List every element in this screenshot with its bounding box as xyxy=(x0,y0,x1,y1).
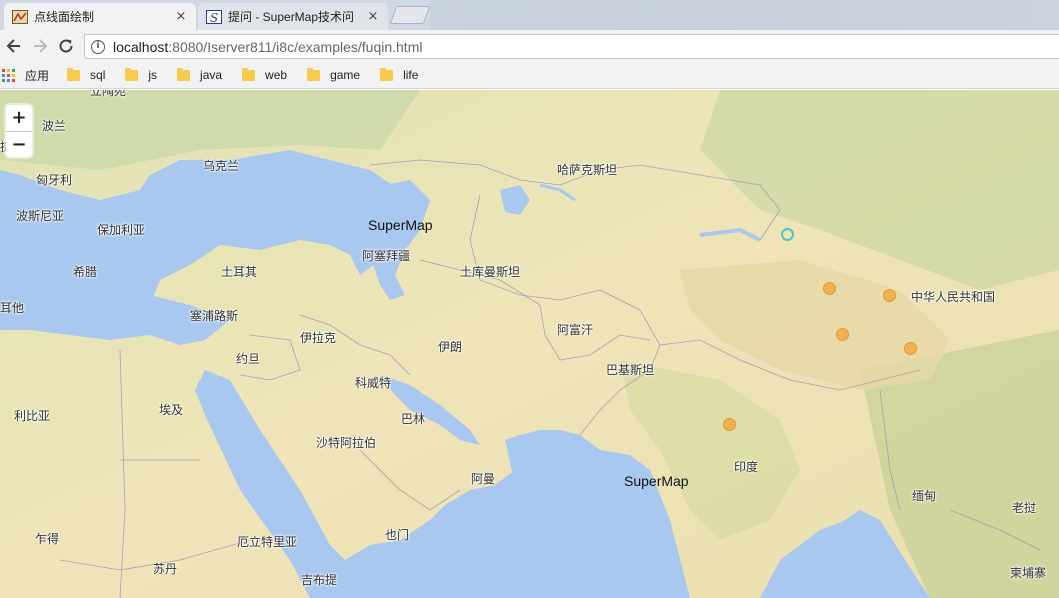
close-tab-icon[interactable]: × xyxy=(174,9,188,24)
back-arrow-icon xyxy=(6,39,20,53)
tabstrip-background xyxy=(430,0,1059,30)
zoom-control: + − xyxy=(6,105,32,157)
place-label: 阿塞拜疆 xyxy=(362,249,411,263)
place-label: 沙特阿拉伯 xyxy=(316,436,377,450)
place-label: 乍得 xyxy=(35,532,60,546)
place-label: 苏丹 xyxy=(153,562,178,576)
place-label: 柬埔寨 xyxy=(1010,566,1047,580)
place-label: 哈萨克斯坦 xyxy=(557,163,618,177)
tab-inactive[interactable]: S 提问 - SuperMap技术问 × xyxy=(198,3,388,30)
place-label: 老挝 xyxy=(1012,501,1037,515)
tab-active[interactable]: 点线面绘制 × xyxy=(4,3,196,30)
place-label: 土库曼斯坦 xyxy=(460,265,521,279)
map-view[interactable]: 波兰 乌克兰 匈牙利 波斯尼亚 保加利亚 希腊 土耳其 塞浦路斯 约旦 伊拉克 … xyxy=(0,90,1059,598)
folder-icon xyxy=(125,67,139,81)
place-label: 伊朗 xyxy=(438,340,463,354)
folder-icon xyxy=(177,67,191,81)
place-label: 希腊 xyxy=(73,265,98,279)
bookmark-label: java xyxy=(200,68,223,82)
place-label: 匈牙利 xyxy=(36,173,73,187)
reload-button[interactable] xyxy=(54,34,78,58)
apps-grid-icon xyxy=(2,68,15,82)
address-bar[interactable]: i localhost:8080/Iserver811/i8c/examples… xyxy=(84,34,1059,59)
bookmark-label: 应用 xyxy=(25,68,50,83)
place-label: 波斯尼亚 xyxy=(16,209,65,223)
bookmark-folder-java[interactable]: java xyxy=(177,67,223,82)
place-label: 伊拉克 xyxy=(300,331,337,345)
tab-title: 提问 - SuperMap技术问 xyxy=(228,10,355,24)
map-marker[interactable] xyxy=(823,282,836,295)
tab-strip: 点线面绘制 × S 提问 - SuperMap技术问 × xyxy=(0,0,1059,30)
bookmark-folder-life[interactable]: life xyxy=(380,67,419,82)
place-label: 印度 xyxy=(734,460,759,474)
place-label: 耳他 xyxy=(0,301,25,315)
tab-title: 点线面绘制 xyxy=(34,10,95,24)
browser-toolbar: i localhost:8080/Iserver811/i8c/examples… xyxy=(0,30,1059,62)
folder-icon xyxy=(307,67,321,81)
bookmark-folder-js[interactable]: js xyxy=(125,67,158,82)
bookmark-label: sql xyxy=(90,68,106,82)
bookmark-label: js xyxy=(148,68,158,82)
place-label: 中华人民共和国 xyxy=(911,290,996,304)
bookmarks-bar: 应用 sql js java web game life xyxy=(0,62,1059,89)
zoom-in-button[interactable]: + xyxy=(6,105,32,131)
place-label: 巴基斯坦 xyxy=(606,363,655,377)
supermap-label: SuperMap xyxy=(368,217,433,233)
folder-icon xyxy=(67,67,81,81)
new-tab-button[interactable] xyxy=(389,6,431,24)
folder-icon xyxy=(242,67,256,81)
map-marker[interactable] xyxy=(781,228,794,241)
svg-text:S: S xyxy=(210,11,218,24)
bookmark-folder-game[interactable]: game xyxy=(307,67,361,82)
url-text: localhost:8080/Iserver811/i8c/examples/f… xyxy=(113,38,423,55)
place-label: 立陶宛 xyxy=(90,90,127,98)
map-marker[interactable] xyxy=(723,418,736,431)
place-label: 埃及 xyxy=(159,403,184,417)
place-label: 波兰 xyxy=(42,119,67,133)
map-marker[interactable] xyxy=(836,328,849,341)
place-label: 科威特 xyxy=(355,376,392,390)
supermap-favicon-icon: S xyxy=(206,9,222,24)
place-label: 厄立特里亚 xyxy=(237,535,298,549)
place-label: 巴林 xyxy=(401,412,426,426)
bookmark-apps[interactable]: 应用 xyxy=(2,67,49,84)
reload-icon xyxy=(59,39,73,53)
bookmark-folder-sql[interactable]: sql xyxy=(67,67,106,82)
map-marker[interactable] xyxy=(904,342,917,355)
place-label: 阿曼 xyxy=(471,472,496,486)
forward-arrow-icon xyxy=(34,39,48,53)
site-info-icon[interactable]: i xyxy=(91,39,105,54)
place-label: 也门 xyxy=(385,528,410,542)
map-base xyxy=(0,90,1059,598)
supermap-label: SuperMap xyxy=(624,473,689,489)
place-label: 吉布提 xyxy=(301,573,338,587)
bookmark-label: web xyxy=(265,68,288,82)
folder-icon xyxy=(380,67,394,81)
zoom-out-button[interactable]: − xyxy=(6,131,32,157)
place-label: 乌克兰 xyxy=(203,159,240,173)
bookmark-label: life xyxy=(403,68,419,82)
place-label: 利比亚 xyxy=(14,409,51,423)
back-button[interactable] xyxy=(2,34,26,58)
close-tab-icon[interactable]: × xyxy=(366,9,380,24)
bookmark-folder-web[interactable]: web xyxy=(242,67,288,82)
map-marker[interactable] xyxy=(883,289,896,302)
place-label: 缅甸 xyxy=(912,489,937,503)
place-label: 土耳其 xyxy=(221,265,258,279)
place-label: 塞浦路斯 xyxy=(190,309,239,323)
forward-button[interactable] xyxy=(28,34,52,58)
place-label: 约旦 xyxy=(236,352,261,366)
map-favicon-icon xyxy=(12,9,28,24)
place-label: 保加利亚 xyxy=(97,223,146,237)
bookmark-label: game xyxy=(330,68,361,82)
place-label: 阿富汗 xyxy=(557,323,594,337)
